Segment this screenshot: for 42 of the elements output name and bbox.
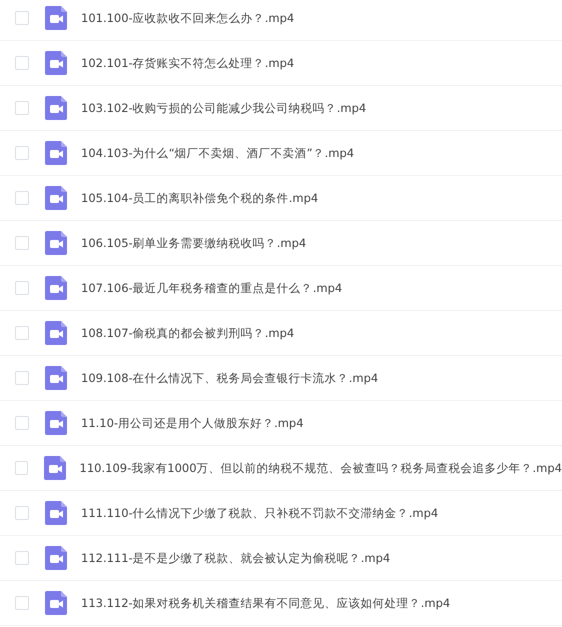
video-file-icon [45, 321, 67, 345]
video-file-icon [45, 501, 67, 525]
video-file-icon [45, 231, 67, 255]
checkbox[interactable] [15, 101, 29, 115]
file-name[interactable]: 105.104-员工的离职补偿免个税的条件.mp4 [81, 190, 318, 206]
checkbox[interactable] [15, 371, 29, 385]
video-file-icon [45, 546, 67, 570]
checkbox[interactable] [15, 596, 29, 610]
checkbox[interactable] [15, 506, 29, 520]
checkbox[interactable] [15, 461, 28, 475]
video-file-icon [45, 411, 67, 435]
file-name[interactable]: 104.103-为什么“烟厂不卖烟、酒厂不卖酒”？.mp4 [81, 146, 354, 160]
file-name[interactable]: 111.110-什么情况下少缴了税款、只补税不罚款不交滞纳金？.mp4 [81, 506, 438, 520]
checkbox[interactable] [15, 56, 29, 70]
checkbox[interactable] [15, 11, 29, 25]
video-file-icon [45, 51, 67, 75]
video-file-icon [45, 96, 67, 120]
checkbox[interactable] [15, 236, 29, 250]
video-file-icon [45, 186, 67, 210]
checkbox[interactable] [15, 281, 29, 295]
file-name[interactable]: 102.101-存货账实不符怎么处理？.mp4 [81, 56, 294, 70]
file-name[interactable]: 101.100-应收款收不回来怎么办？.mp4 [81, 10, 294, 26]
checkbox[interactable] [15, 551, 29, 565]
checkbox[interactable] [15, 326, 29, 340]
checkbox[interactable] [15, 416, 29, 430]
file-name[interactable]: 103.102-收购亏损的公司能减少我公司纳税吗？.mp4 [81, 100, 366, 116]
file-name[interactable]: 108.107-偷税真的都会被判刑吗？.mp4 [81, 326, 294, 340]
file-name[interactable]: 11.10-用公司还是用个人做股东好？.mp4 [81, 416, 304, 430]
file-name[interactable]: 112.111-是不是少缴了税款、就会被认定为偷税呢？.mp4 [81, 550, 390, 566]
video-file-icon [45, 141, 67, 165]
file-name[interactable]: 110.109-我家有1000万、但以前的纳税不规范、会被查吗？税务局查税会追多少年？.mp4 [80, 460, 562, 476]
file-name[interactable]: 106.105-刷单业务需要缴纳税收吗？.mp4 [81, 236, 306, 250]
video-file-icon [45, 276, 67, 300]
checkbox[interactable] [15, 191, 29, 205]
file-name[interactable]: 113.112-如果对税务机关稽查结果有不同意见、应该如何处理？.mp4 [81, 596, 450, 610]
checkbox[interactable] [15, 146, 29, 160]
video-file-icon [44, 456, 66, 480]
video-file-icon [45, 591, 67, 615]
file-name[interactable]: 107.106-最近几年税务稽查的重点是什么？.mp4 [81, 280, 342, 296]
video-file-icon [45, 366, 67, 390]
video-file-icon [45, 6, 67, 30]
file-name[interactable]: 109.108-在什么情况下、税务局会查银行卡流水？.mp4 [81, 370, 378, 386]
